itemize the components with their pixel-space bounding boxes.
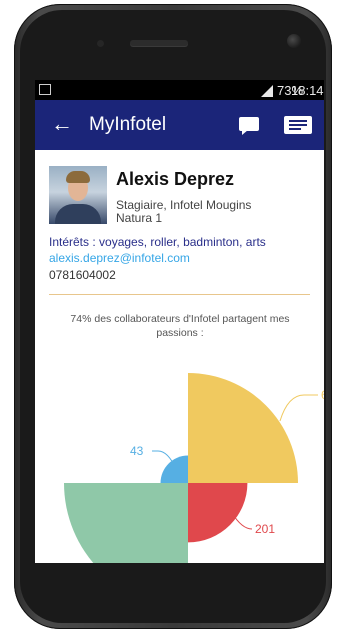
screen: 73% 18:14 ← MyInfotel Alexis Deprez Stag… xyxy=(35,80,324,563)
phone-number[interactable]: 0781604002 xyxy=(49,268,116,282)
avatar xyxy=(49,166,107,224)
back-arrow-icon[interactable]: ← xyxy=(51,112,73,136)
data-label-689: 689 xyxy=(321,388,324,402)
leader-line-689 xyxy=(279,394,318,422)
app-title: MyInfotel xyxy=(89,114,167,135)
proximity-sensor xyxy=(97,40,104,47)
status-bar: 73% 18:14 xyxy=(35,80,324,100)
app-bar: ← MyInfotel xyxy=(35,100,324,150)
data-label-201: 201 xyxy=(255,522,275,536)
chart-slice-43 xyxy=(160,455,188,483)
signal-icon xyxy=(261,85,273,97)
message-icon[interactable] xyxy=(284,116,312,134)
data-label-43: 43 xyxy=(130,444,144,458)
clock: 18:14 xyxy=(291,83,324,98)
chart-slice-689 xyxy=(188,373,298,483)
profile-interests: Intérêts : voyages, roller, badminton, a… xyxy=(49,235,266,249)
email-link[interactable]: alexis.deprez@infotel.com xyxy=(49,251,190,265)
passions-chart: 689 201 43 xyxy=(64,373,324,563)
profile-team: Natura 1 xyxy=(116,211,163,225)
profile-name: Alexis Deprez xyxy=(116,169,235,189)
speaker-grille xyxy=(130,40,188,46)
front-camera xyxy=(287,34,301,48)
chart-slice-green xyxy=(64,483,188,563)
image-notification-icon xyxy=(39,84,51,95)
chat-icon[interactable] xyxy=(239,117,259,135)
divider xyxy=(49,294,310,295)
chart-caption: 74% des collaborateurs d'Infotel partage… xyxy=(70,313,290,339)
profile-role: Stagiaire, Infotel Mougins xyxy=(116,198,252,212)
chart-slice-201 xyxy=(188,483,248,543)
